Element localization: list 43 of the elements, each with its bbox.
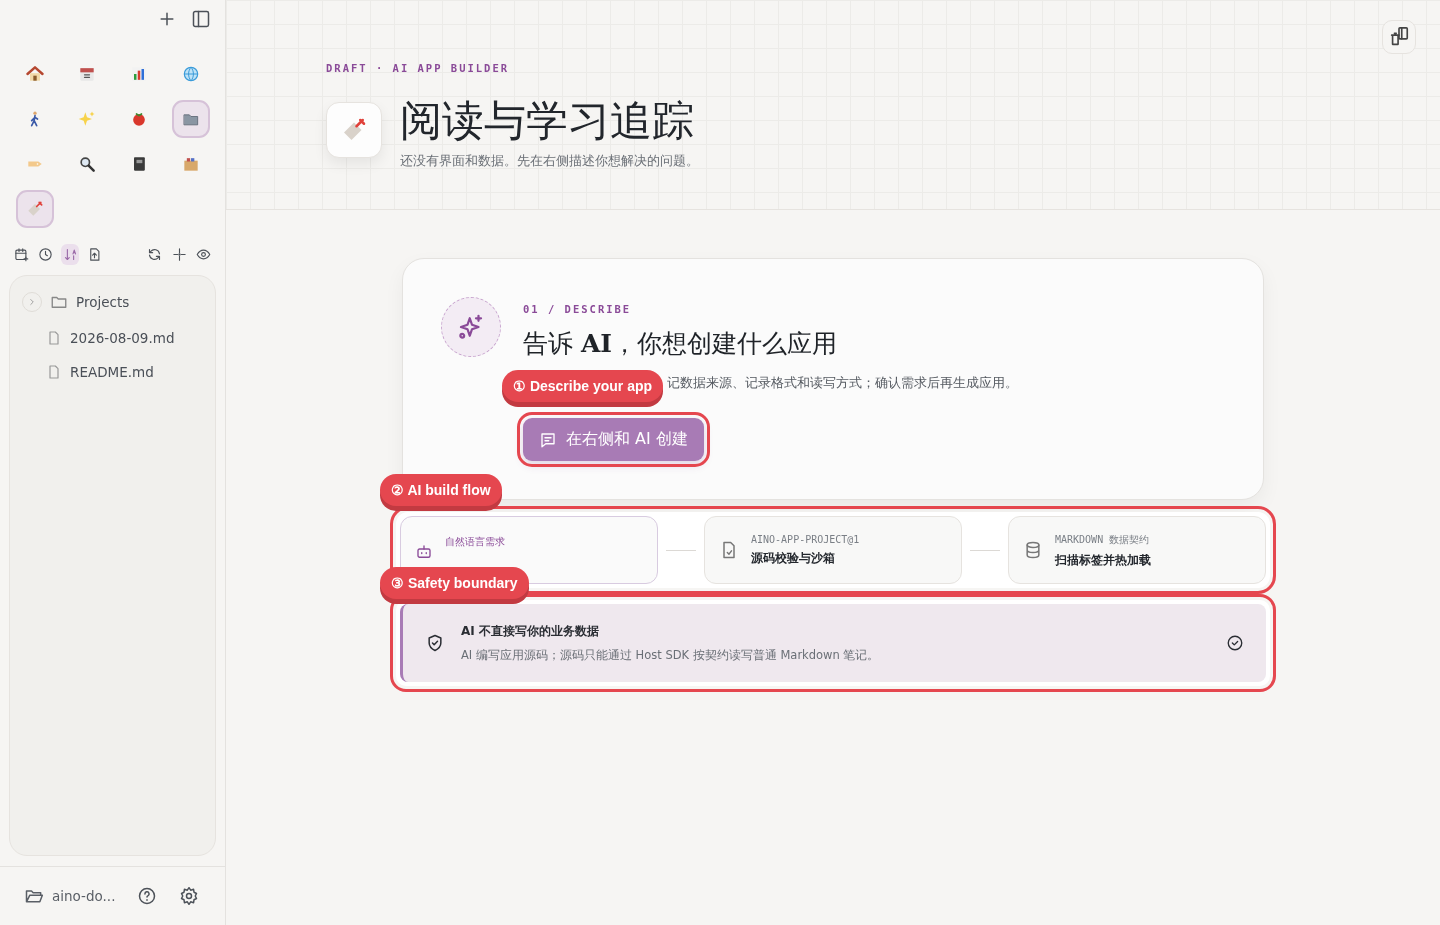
magnifier-icon [77,154,97,174]
step-caption: MARKDOWN 数据契约 [1055,532,1151,547]
step-caption: AINO-APP-PROJECT@1 [751,534,860,545]
robot-icon [415,543,433,561]
sidebar-toggle-button[interactable] [191,9,211,29]
file-export-icon [87,247,103,262]
refresh-icon [147,247,163,262]
safety-text: AI 编写应用源码；源码只能通过 Host SDK 按契约读写普通 Markdown 笔记。 [461,648,881,663]
step-title: 源码校验与沙箱 [751,551,836,566]
settings-button[interactable] [179,886,200,906]
page-subtitle: 还没有界面和数据。先在右侧描述你想解决的问题。 [400,152,699,170]
tree-item[interactable]: README.md [70,364,154,380]
workspace-button[interactable]: aino-do... [24,886,116,906]
calendar-plus-icon [13,247,29,262]
file-icon [46,330,62,346]
clock-icon [38,247,54,262]
card-title: 告诉 AI，你想创建什么应用 [523,328,839,360]
toolbar-button[interactable] [60,244,80,265]
page-title: 阅读与学习追踪 [400,96,695,146]
step-title: 扫描标签并热加载 [1055,552,1151,568]
tree-item[interactable]: 2026-08-09.md [70,330,175,346]
database-icon [1023,540,1043,560]
card-description: 记数据来源、记录格式和读写方式；确认需求后再生成应用。 [667,374,1018,392]
safety-title: AI 不直接写你的业务数据 [461,623,600,640]
step-label: 01 / DESCRIBE [523,303,633,315]
message-icon [539,430,557,449]
chevron-icon [27,297,37,307]
globe-icon [181,64,201,84]
trash-panel-icon [1388,26,1410,48]
settings-icon [179,886,200,906]
sidebar-icon [191,9,211,29]
house-icon [25,64,45,84]
eyebrow-label: DRAFT · AI APP BUILDER [326,62,511,74]
eye-icon [196,247,212,262]
tree-item[interactable]: Projects [76,294,130,310]
step-caption: 自然语言需求 [445,535,505,549]
shield-check-icon [425,633,445,653]
check-circle-icon [1226,634,1244,652]
help-button[interactable] [137,886,158,906]
file-icon [46,364,62,380]
help-icon [137,886,158,906]
sort-icon [62,247,78,262]
trash-panel-button[interactable] [1382,20,1416,54]
